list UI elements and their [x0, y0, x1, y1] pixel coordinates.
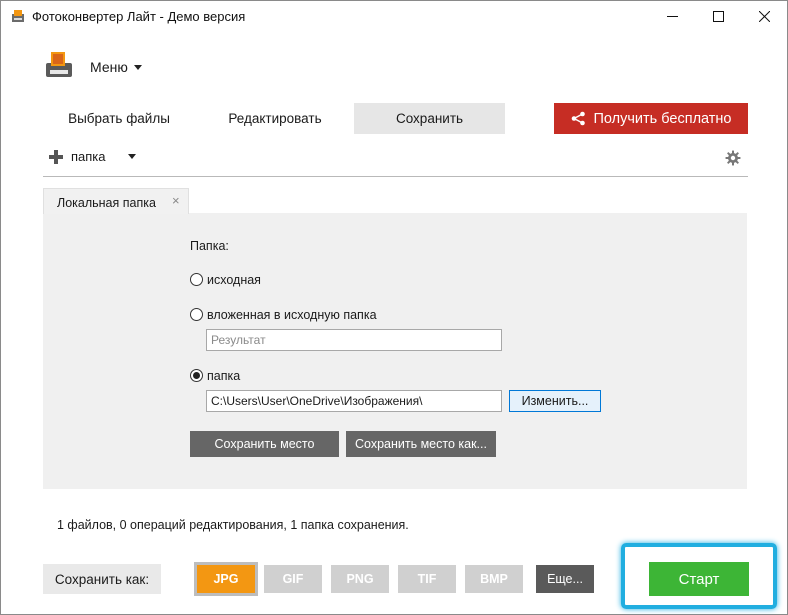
tab-local-folder-label: Локальная папка [57, 196, 156, 210]
start-button[interactable]: Старт [649, 562, 749, 596]
more-formats-button[interactable]: Еще... [536, 565, 594, 593]
toolbar-divider [43, 176, 748, 177]
format-jpg-button[interactable]: JPG [197, 565, 255, 593]
radio-source-folder[interactable] [190, 273, 203, 286]
main-menu-button[interactable]: Меню [90, 59, 142, 75]
tab-local-folder[interactable]: Локальная папка × [43, 188, 189, 214]
close-button[interactable] [741, 1, 787, 32]
app-window: Фотоконвертер Лайт - Демо версия Меню Вы… [0, 0, 788, 615]
tab-select-files[interactable]: Выбрать файлы [43, 103, 195, 134]
radio-subfolder-label: вложенная в исходную папка [207, 308, 377, 322]
tab-edit[interactable]: Редактировать [199, 103, 351, 134]
save-location-as-button[interactable]: Сохранить место как... [346, 431, 496, 457]
maximize-button[interactable] [695, 1, 741, 32]
menu-label: Меню [90, 59, 128, 75]
app-icon [12, 10, 24, 22]
get-free-label: Получить бесплатно [593, 110, 732, 127]
radio-custom-folder[interactable] [190, 369, 203, 382]
subfolder-name-input[interactable]: Результат [206, 329, 502, 351]
plus-icon [49, 149, 63, 164]
gear-icon[interactable] [725, 150, 741, 166]
format-bmp-button[interactable]: BMP [465, 565, 523, 593]
close-icon [758, 11, 770, 22]
save-as-label: Сохранить как: [43, 564, 161, 594]
close-tab-icon[interactable]: × [172, 193, 180, 208]
app-logo-icon [46, 52, 72, 77]
minimize-icon [666, 16, 678, 17]
radio-source-folder-label: исходная [207, 273, 261, 287]
save-location-button[interactable]: Сохранить место [190, 431, 339, 457]
radio-custom-folder-label: папка [207, 369, 241, 383]
folder-heading: Папка: [190, 239, 229, 253]
format-png-button[interactable]: PNG [331, 565, 389, 593]
radio-subfolder[interactable] [190, 308, 203, 321]
add-folder-button[interactable]: папка [49, 149, 136, 164]
folder-path-input[interactable]: C:\Users\User\OneDrive\Изображения\ [206, 390, 502, 412]
window-title: Фотоконвертер Лайт - Демо версия [32, 9, 246, 24]
chevron-down-icon[interactable] [127, 154, 136, 159]
chevron-down-icon [133, 64, 142, 70]
minimize-button[interactable] [649, 1, 695, 32]
share-icon [571, 111, 585, 126]
add-folder-label: папка [71, 149, 106, 164]
get-free-button[interactable]: Получить бесплатно [554, 103, 748, 134]
format-tif-button[interactable]: TIF [398, 565, 456, 593]
title-bar: Фотоконвертер Лайт - Демо версия [1, 1, 787, 32]
maximize-icon [712, 11, 724, 22]
status-text: 1 файлов, 0 операций редактирования, 1 п… [57, 518, 409, 532]
change-folder-button[interactable]: Изменить... [509, 390, 601, 412]
format-gif-button[interactable]: GIF [264, 565, 322, 593]
tab-save[interactable]: Сохранить [354, 103, 505, 134]
